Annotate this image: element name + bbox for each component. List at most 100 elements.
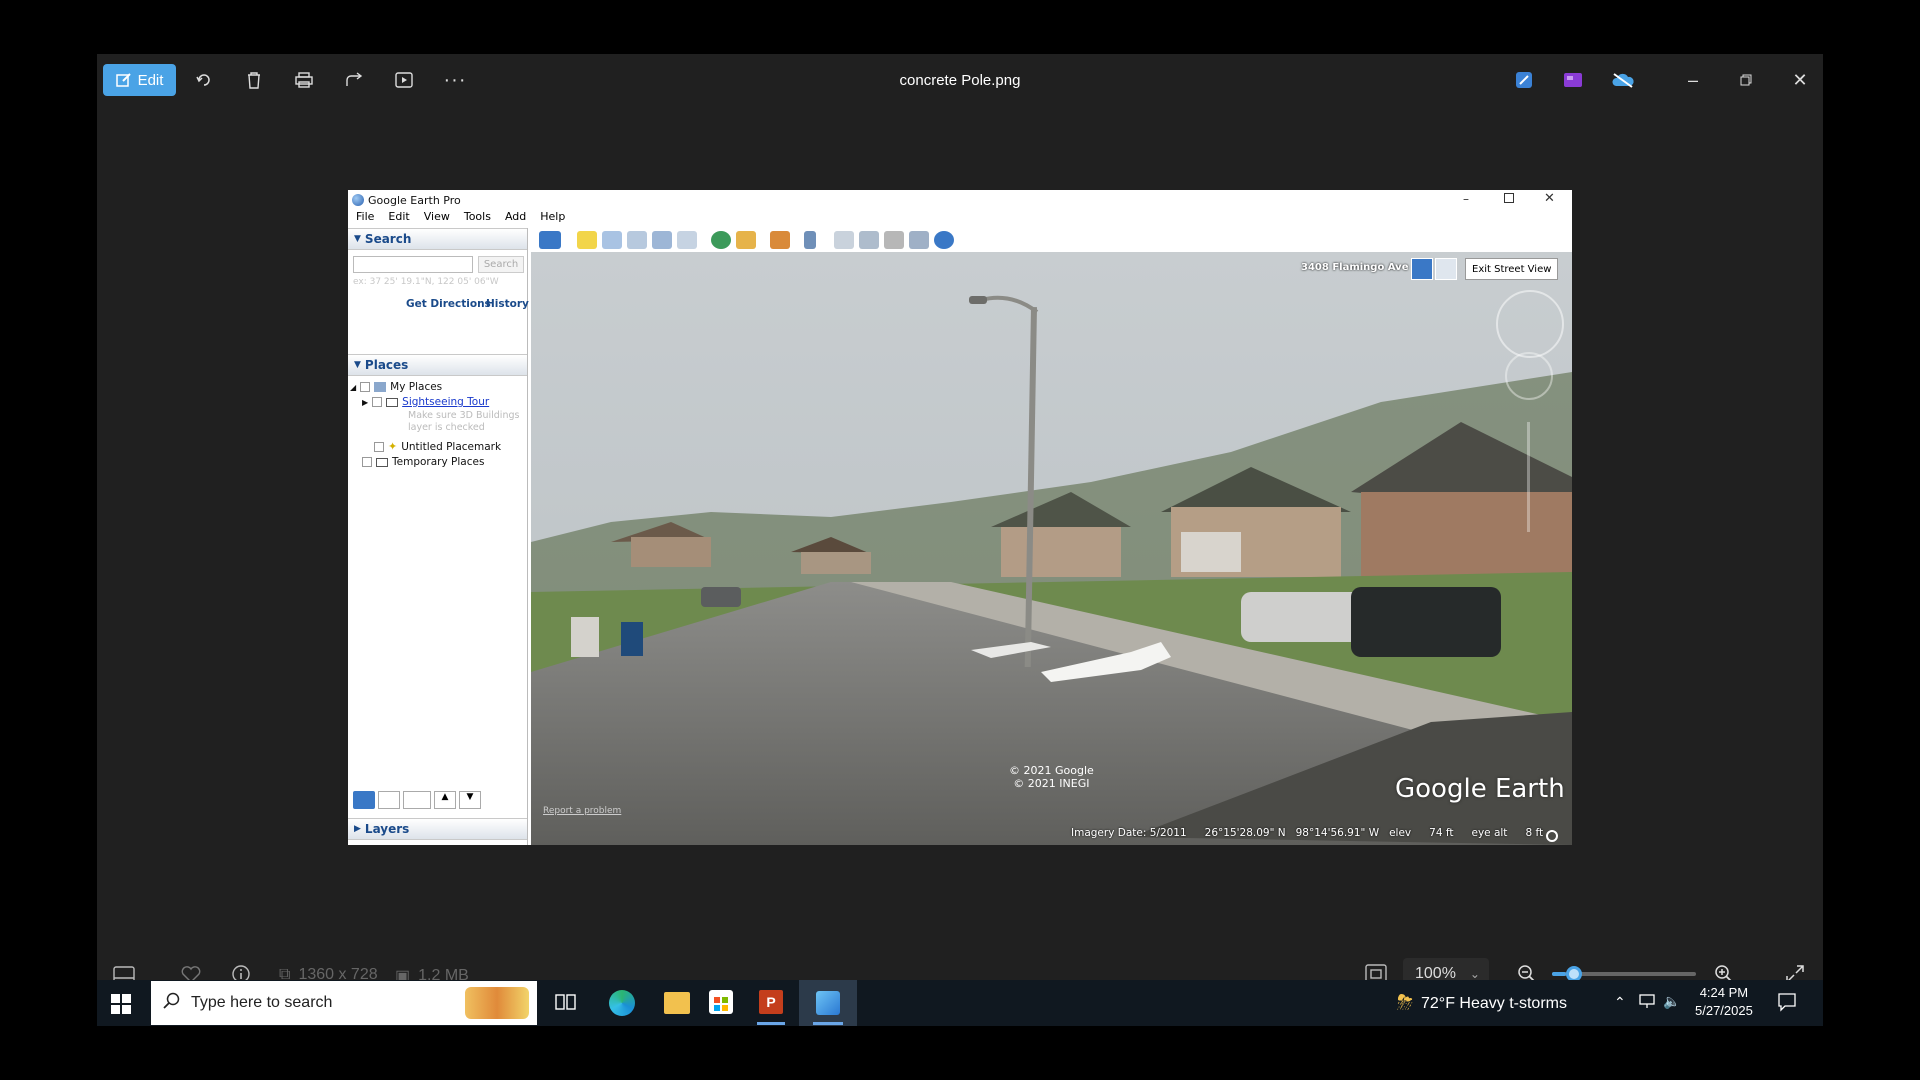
minimize-icon[interactable]: –: [1680, 64, 1706, 96]
move-down-icon[interactable]: ▼: [459, 791, 481, 809]
elev-value: 74 ft: [1429, 827, 1454, 839]
onedrive-off-icon[interactable]: [1608, 64, 1638, 96]
pushpin-icon: ✦: [388, 440, 398, 453]
taskbar-search-box[interactable]: Type here to search: [151, 981, 537, 1025]
get-directions-link[interactable]: Get Directions: [406, 298, 491, 310]
ge-minimize-icon[interactable]: –: [1463, 192, 1469, 206]
sv-copyright: © 2021 Google © 2021 INEGI: [1009, 764, 1094, 790]
search-placeholder: Type here to search: [191, 994, 333, 1011]
my-places-checkbox[interactable]: [360, 382, 371, 392]
move-up-icon[interactable]: ▲: [434, 791, 456, 809]
menu-add[interactable]: Add: [505, 210, 526, 228]
menu-file[interactable]: File: [356, 210, 374, 228]
sidebar-toggle-icon[interactable]: [539, 231, 561, 249]
triangle-right-icon: ▶: [354, 824, 361, 834]
menu-tools[interactable]: Tools: [464, 210, 491, 228]
my-places-item[interactable]: ◢ My Places: [350, 381, 442, 393]
search-places-icon[interactable]: [353, 791, 375, 809]
network-icon[interactable]: [1638, 993, 1656, 1014]
places-panel-header[interactable]: ▼ Places: [348, 354, 527, 376]
latitude: 26°15'28.09" N: [1204, 827, 1286, 839]
view-in-maps-icon[interactable]: [909, 231, 929, 249]
ge-close-icon[interactable]: ✕: [1544, 191, 1555, 206]
sightseeing-checkbox[interactable]: [372, 397, 383, 407]
image-editor-icon[interactable]: [1511, 64, 1537, 96]
expand-arrow-icon: ▶: [362, 397, 369, 407]
add-polygon-icon[interactable]: [602, 231, 622, 249]
zoom-slider[interactable]: [1527, 422, 1530, 532]
look-joystick[interactable]: [1496, 290, 1564, 358]
longitude: 98°14'56.91" W: [1295, 827, 1380, 839]
ge-restore-icon[interactable]: [1504, 193, 1514, 203]
folder-icon: [386, 397, 399, 407]
add-path-icon[interactable]: [627, 231, 647, 249]
search-hint: ex: 37 25' 19.1"N, 122 05' 06"W: [353, 277, 499, 287]
google-earth-window: Google Earth Pro – ✕ File Edit View Tool…: [348, 190, 1572, 845]
exit-street-view-button[interactable]: Exit Street View: [1465, 258, 1559, 280]
menu-help[interactable]: Help: [540, 210, 565, 228]
places-controls: ▲ ▼: [353, 791, 481, 809]
zoom-slider[interactable]: [1552, 966, 1696, 982]
file-explorer-icon[interactable]: [664, 992, 690, 1014]
layers-panel-header[interactable]: ▶ Layers: [348, 818, 527, 840]
search-input[interactable]: [353, 256, 473, 273]
clock[interactable]: 4:24 PM 5/27/2025: [1695, 984, 1753, 1020]
menu-edit[interactable]: Edit: [388, 210, 409, 228]
chevron-down-icon: ⌄: [1469, 967, 1480, 981]
save-image-icon[interactable]: [884, 231, 904, 249]
move-joystick[interactable]: [1505, 352, 1553, 400]
street-view-panel[interactable]: 3408 Flamingo Ave Exit Street View © 202…: [531, 252, 1572, 845]
restore-icon[interactable]: [1733, 64, 1759, 96]
photos-app-icon: [816, 991, 840, 1015]
pegman-icon[interactable]: [1411, 258, 1433, 280]
photos-taskbar-button[interactable]: [799, 980, 857, 1026]
record-tour-icon[interactable]: [677, 231, 697, 249]
temporary-places-item[interactable]: Temporary Places: [362, 456, 484, 468]
ground-view-icon[interactable]: [1435, 258, 1457, 280]
edge-icon[interactable]: [609, 990, 635, 1016]
ge-title-bar: Google Earth Pro – ✕: [348, 190, 1572, 210]
sightseeing-tour-item[interactable]: ▶ Sightseeing Tour: [362, 396, 489, 408]
print-icon[interactable]: [859, 231, 879, 249]
sightseeing-tour-link[interactable]: Sightseeing Tour: [402, 396, 489, 408]
switch-planet-icon[interactable]: [770, 231, 790, 249]
places-filter-input[interactable]: [403, 791, 431, 809]
powerpoint-icon[interactable]: P: [759, 990, 783, 1014]
microsoft-store-icon[interactable]: [709, 990, 733, 1014]
triangle-down-icon: ▼: [354, 234, 361, 244]
eye-alt-value: 8 ft: [1525, 827, 1544, 839]
clipchamp-icon[interactable]: [1560, 64, 1586, 96]
weather-widget[interactable]: ⛈ 72°F Heavy t-storms: [1397, 992, 1567, 1015]
add-overlay-icon[interactable]: [652, 231, 672, 249]
ge-menu-bar: File Edit View Tools Add Help: [348, 210, 565, 228]
search-panel-header[interactable]: ▼ Search: [348, 228, 527, 250]
menu-view[interactable]: View: [424, 210, 450, 228]
historical-imagery-icon[interactable]: [711, 231, 731, 249]
volume-icon[interactable]: 🔈: [1663, 993, 1680, 1010]
task-view-icon[interactable]: [555, 992, 577, 1017]
google-earth-brand: Google Earth: [1395, 774, 1565, 804]
placemark-checkbox[interactable]: [374, 441, 384, 452]
photos-top-bar: Edit ··· concrete Pole.png – ✕: [97, 54, 1823, 108]
sunlight-icon[interactable]: [736, 231, 756, 249]
temporary-places-label: Temporary Places: [392, 456, 485, 468]
close-icon[interactable]: ✕: [1787, 64, 1813, 96]
sv-view-buttons: [1411, 258, 1457, 280]
report-problem-link[interactable]: Report a problem: [543, 806, 621, 816]
temporary-checkbox[interactable]: [362, 457, 372, 467]
show-hidden-icons[interactable]: ⌃: [1614, 994, 1626, 1011]
add-placemark-icon[interactable]: [577, 231, 597, 249]
earth-globe-icon[interactable]: [934, 231, 954, 249]
search-button[interactable]: Search: [478, 256, 524, 273]
notification-icon[interactable]: [1777, 992, 1797, 1017]
windows-start-icon[interactable]: [111, 994, 131, 1019]
clock-time: 4:24 PM: [1699, 985, 1749, 1000]
layers-header-label: Layers: [364, 822, 410, 836]
history-link[interactable]: History: [486, 298, 529, 310]
ruler-icon[interactable]: [804, 231, 816, 249]
untitled-placemark-item[interactable]: ✦ Untitled Placemark: [374, 440, 501, 453]
email-icon[interactable]: [834, 231, 854, 249]
thunderstorm-icon: ⛈: [1397, 992, 1413, 1014]
panel-toggle-icon[interactable]: [378, 791, 400, 809]
ge-sidebar: ▼ Search Search ex: 37 25' 19.1"N, 122 05…: [348, 228, 529, 845]
